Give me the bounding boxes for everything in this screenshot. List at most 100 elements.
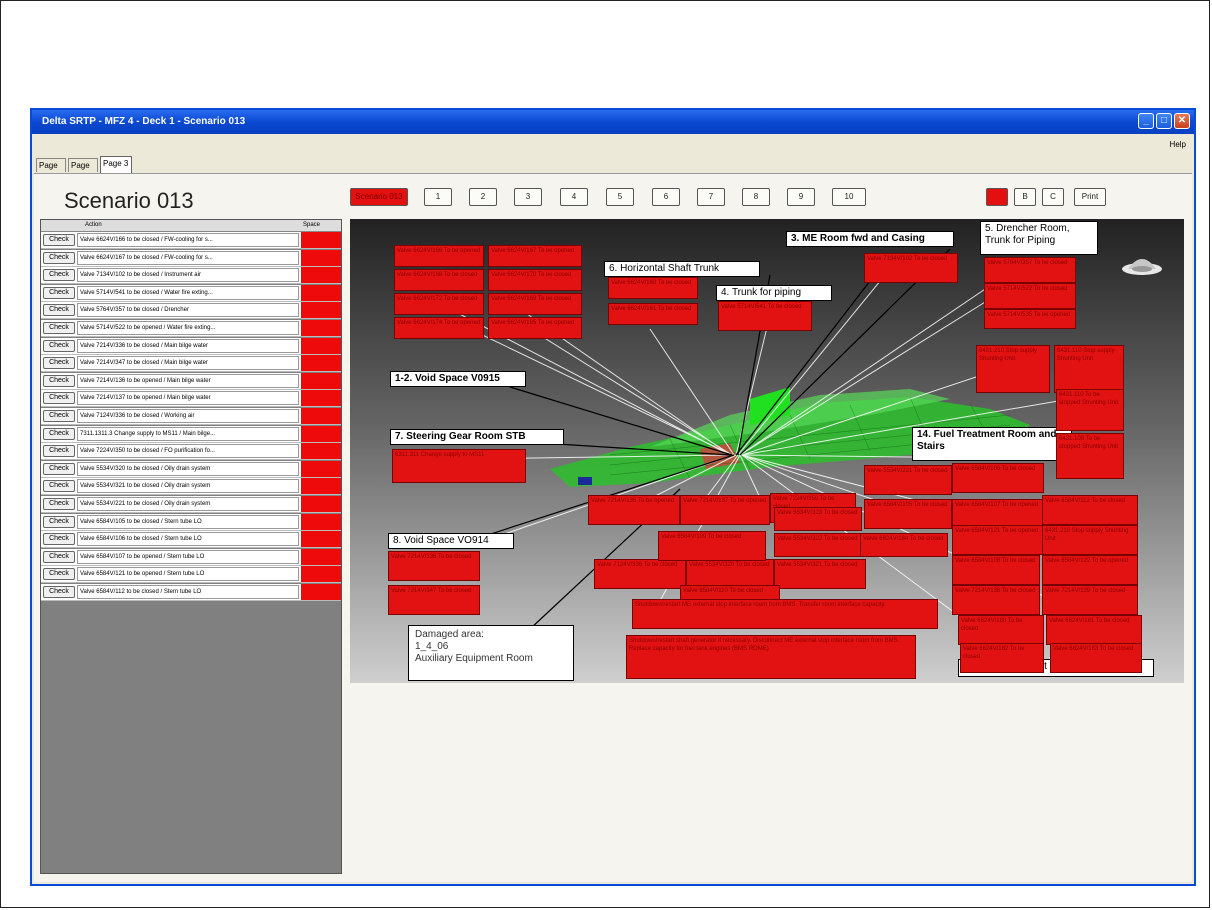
b-button[interactable]: B <box>1014 188 1036 206</box>
check-button[interactable]: Check <box>43 269 75 282</box>
page-content: Scenario 013 Scenario 013 1 2 3 4 5 6 7 … <box>34 173 1192 882</box>
action-text: Valve 5534V/321 to be closed / Oily drai… <box>77 479 299 494</box>
check-button[interactable]: Check <box>43 357 75 370</box>
check-button[interactable]: Check <box>43 339 75 352</box>
ship-view-icon[interactable] <box>1120 249 1164 277</box>
check-button[interactable]: Check <box>43 586 75 598</box>
table-row: Check Valve 7214V/347 to be closed / Main… <box>41 355 341 373</box>
table-row: Check Valve 5534V/320 to be closed / Oily… <box>41 460 341 478</box>
scenario-button[interactable]: Scenario 013 <box>350 188 408 206</box>
step-button-4[interactable]: 4 <box>560 188 588 206</box>
step-button-5[interactable]: 5 <box>606 188 634 206</box>
table-row: Check Valve 5534V/221 to be closed / Oily… <box>41 496 341 513</box>
tab-page-2[interactable]: Page 2 <box>68 158 98 184</box>
table-row: Check Valve 6584V/106 to be closed / Ster… <box>41 531 341 549</box>
check-button[interactable]: Check <box>43 304 75 317</box>
space-status-cell <box>301 320 341 336</box>
table-row: Check Valve 5714V/522 to be opened / Wate… <box>41 320 341 337</box>
app-window: Delta SRTP - MFZ 4 - Deck 1 - Scenario 0… <box>30 108 1196 886</box>
step-button-7[interactable]: 7 <box>697 188 725 206</box>
room-label: 6. Horizontal Shaft Trunk <box>604 261 760 277</box>
check-button[interactable]: Check <box>43 234 75 246</box>
tab-page-1[interactable]: Page 1 <box>36 158 66 184</box>
step-button-6[interactable]: 6 <box>652 188 680 206</box>
damaged-area-heading: Damaged area: <box>415 629 484 640</box>
valve-callout: Valve 6624V/172 To be closed <box>394 293 484 315</box>
action-text: Valve 7214V/336 to be closed / Main bilg… <box>77 338 299 353</box>
print-button[interactable]: Print <box>1074 188 1106 206</box>
space-status-cell <box>301 460 341 477</box>
check-button[interactable]: Check <box>43 251 75 264</box>
damaged-area-code: 1_4_06 <box>415 641 449 652</box>
step-button-3[interactable]: 3 <box>514 188 542 206</box>
check-button[interactable]: Check <box>43 374 75 387</box>
help-menu[interactable]: Help <box>1170 140 1186 149</box>
check-button[interactable]: Check <box>43 568 75 581</box>
space-column-header: Space <box>303 222 321 228</box>
close-button[interactable]: ✕ <box>1174 113 1190 129</box>
space-status-cell <box>301 390 341 407</box>
valve-callout: Valve 6584V/122 To be opened <box>1042 555 1138 585</box>
maximize-button[interactable]: □ <box>1156 113 1172 129</box>
valve-callout: Valve 7134V/102 To be closed <box>864 253 958 283</box>
check-button[interactable]: Check <box>43 392 75 405</box>
space-status-cell <box>301 249 341 266</box>
space-status-cell <box>301 267 341 284</box>
check-button[interactable]: Check <box>43 427 75 440</box>
table-row: Check Valve 6584V/121 to be opened / Ster… <box>41 566 341 584</box>
room-label: 8. Void Space VO914 <box>388 533 514 549</box>
check-button[interactable]: Check <box>43 550 75 563</box>
space-status-cell <box>301 566 341 583</box>
step-button-8[interactable]: 8 <box>742 188 770 206</box>
table-row: Check Valve 5764V/357 to be closed / Dren… <box>41 302 341 320</box>
table-row: Check Valve 7214V/136 to be opened / Main… <box>41 372 341 390</box>
check-button[interactable]: Check <box>43 480 75 493</box>
check-button[interactable]: Check <box>43 498 75 510</box>
valve-callout: Valve 6624V/165 To be opened <box>488 317 582 339</box>
valve-callout: Valve 6624V/174 To be opened <box>394 317 484 339</box>
room-label: 14. Fuel Treatment Room and Stairs <box>912 427 1072 461</box>
valve-callout: Valve 6584V/109 To be closed <box>658 531 766 561</box>
table-row: Check Valve 7224V/350 to be closed / FO p… <box>41 443 341 461</box>
damaged-area-room: Auxiliary Equipment Room <box>415 653 533 664</box>
action-text: Valve 6584V/106 to be closed / Stern tub… <box>77 532 299 547</box>
valve-callout: Valve 6624V/183 To be closed <box>1050 643 1142 673</box>
tab-page-3[interactable]: Page 3 <box>100 156 132 173</box>
valve-callout: Valve 6584V/121 To be opened <box>952 525 1044 555</box>
c-button[interactable]: C <box>1042 188 1064 206</box>
step-button-1[interactable]: 1 <box>424 188 452 206</box>
action-text: Valve 7214V/347 to be closed / Main bilg… <box>77 356 299 371</box>
ship-3d-view[interactable]: 3. ME Room fwd and Casing 5. Drencher Roo… <box>350 219 1184 683</box>
check-button[interactable]: Check <box>43 286 75 299</box>
valve-callout: Valve 6624V/167 To be opened <box>488 245 582 267</box>
step-button-2[interactable]: 2 <box>469 188 497 206</box>
table-row: Check 7311.1311.3 Change supply to MS11 /… <box>41 425 341 443</box>
check-button[interactable]: Check <box>43 515 75 528</box>
valve-callout: Valve 5534V/321 To be closed <box>774 559 866 589</box>
check-button[interactable]: Check <box>43 322 75 334</box>
space-status-cell <box>301 355 341 372</box>
valve-callout: Valve 6584V/112 To be closed <box>1042 495 1138 525</box>
check-button[interactable]: Check <box>43 533 75 546</box>
table-row: Check Valve 7124V/336 to be closed / Work… <box>41 408 341 425</box>
action-text: Valve 6624V/166 to be closed / FW-coolin… <box>77 233 299 247</box>
valve-callout: 6431.110 To be stopped Shunting Unit <box>1056 389 1124 431</box>
step-button-10[interactable]: 10 <box>832 188 866 206</box>
valve-callout: Valve 5714V/535 To be opened <box>984 309 1076 329</box>
space-status-cell <box>301 513 341 530</box>
minimize-button[interactable]: _ <box>1138 113 1154 129</box>
room-label: 4. Trunk for piping <box>716 285 832 301</box>
room-label: 3. ME Room fwd and Casing <box>786 231 954 247</box>
space-status-cell <box>301 531 341 548</box>
action-text: Valve 7214V/137 to be opened / Main bilg… <box>77 391 299 406</box>
valve-callout: Valve 7214V/136 To be opened <box>588 495 680 525</box>
valve-callout: Valve 6624V/160 To be closed <box>608 277 698 299</box>
check-button[interactable]: Check <box>43 445 75 458</box>
check-button[interactable]: Check <box>43 462 75 475</box>
valve-callout: Valve 6624V/166 To be opened <box>394 245 484 267</box>
check-button[interactable]: Check <box>43 410 75 422</box>
action-text: Valve 6584V/121 to be opened / Stern tub… <box>77 567 299 582</box>
action-text: Valve 6624V/167 to be closed / FW-coolin… <box>77 250 299 265</box>
step-button-9[interactable]: 9 <box>787 188 815 206</box>
alert-button[interactable] <box>986 188 1008 206</box>
